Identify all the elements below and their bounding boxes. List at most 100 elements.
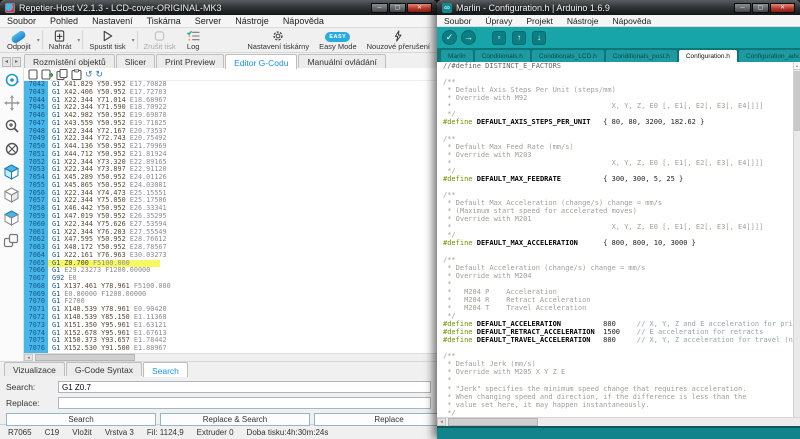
code-segment: DEFAULT_RETRACT_ACCELERATION	[473, 328, 595, 336]
gcode-line[interactable]: 7066G1 E29.23273 F1200.00000	[24, 267, 437, 275]
gcode-line[interactable]: 7076G1 X152.530 Y91.500 E1.88967	[24, 345, 437, 353]
menu-item-úpravy[interactable]: Úpravy	[478, 16, 519, 26]
repetier-titlebar[interactable]: Repetier-Host V2.1.3 - LCD-cover-ORIGINA…	[0, 0, 437, 15]
scroll-thumb[interactable]	[448, 418, 538, 426]
menu-item-nástroje[interactable]: Nástroje	[560, 16, 606, 26]
menu-item-nápověda[interactable]: Nápověda	[276, 16, 331, 26]
load-dropdown-arrow[interactable]: ▾	[77, 37, 80, 44]
menu-item-soubor[interactable]: Soubor	[0, 16, 43, 26]
scroll-thumb[interactable]	[35, 354, 135, 361]
menu-item-nastavení[interactable]: Nastavení	[85, 16, 140, 26]
search-button[interactable]: Search	[6, 413, 156, 426]
arduino-file-tabs: MarlinConditionals.hConditionals_LCD.hCo…	[437, 48, 800, 62]
disconnect-button[interactable]: Odpojit	[2, 28, 36, 52]
iso-view-icon[interactable]	[3, 164, 20, 180]
maximize-button[interactable]: ▢	[752, 3, 769, 13]
menu-item-pohled[interactable]: Pohled	[43, 16, 85, 26]
open-sketch-button[interactable]: ↑	[512, 31, 526, 45]
code-segment: /**	[443, 78, 456, 86]
copy-icon[interactable]	[56, 69, 68, 80]
bottom-tab-g-code-syntax[interactable]: G-Code Syntax	[66, 362, 142, 376]
start-dropdown-arrow[interactable]: ▾	[132, 37, 135, 44]
start-print-button[interactable]: Spustit tisk	[84, 28, 130, 52]
tab-scroller[interactable]: ◂▸	[2, 57, 21, 67]
arduino-hscrollbar[interactable]: ◂	[437, 417, 800, 426]
rotate-view-icon[interactable]	[4, 72, 20, 88]
minimize-button[interactable]: ─	[371, 3, 388, 13]
verify-button[interactable]: ✓	[442, 30, 457, 45]
tab-rozmístění-objektů[interactable]: Rozmístění objektů	[24, 54, 115, 68]
printer-settings-button[interactable]: Nastavení tiskárny	[242, 28, 314, 52]
file-tab-conditionals-post-h[interactable]: Conditionals_post.h	[606, 50, 677, 62]
replace-button[interactable]: Replace	[314, 413, 437, 426]
close-button[interactable]: ✕	[770, 3, 795, 13]
search-input[interactable]	[58, 381, 431, 393]
connect-dropdown-arrow[interactable]: ▾	[37, 37, 40, 44]
scroll-left-icon[interactable]: ◂	[437, 418, 446, 426]
save-sketch-button[interactable]: ↓	[532, 31, 546, 45]
arduino-titlebar[interactable]: ∞ Marlin - Configuration.h | Arduino 1.6…	[437, 0, 800, 15]
menu-item-nápověda[interactable]: Nápověda	[605, 16, 658, 26]
load-button[interactable]: Nahrát	[44, 28, 77, 52]
fit-view-icon[interactable]	[4, 141, 20, 157]
save-gcode-icon[interactable]	[41, 69, 53, 80]
objects-group-icon[interactable]	[3, 233, 20, 249]
upload-button[interactable]: →	[461, 30, 476, 45]
new-gcode-icon[interactable]	[28, 69, 38, 80]
tab-slicer[interactable]: Slicer	[116, 54, 155, 68]
code-line: //#define DISTINCT_E_FACTORS	[443, 62, 800, 70]
replace-search-button[interactable]: Replace & Search	[160, 413, 310, 426]
code-line: * Override with M92	[443, 94, 800, 102]
code-area[interactable]: //#define DISTINCT_E_FACTORS /** * Defau…	[437, 62, 800, 417]
menu-item-server[interactable]: Server	[188, 16, 229, 26]
repetier-toolbar: Odpojit ▾ Nahrát ▾ Spustit tisk ▾ Zrušit…	[0, 28, 437, 53]
tab-print-preview[interactable]: Print Preview	[156, 54, 224, 68]
close-button[interactable]: ✕	[407, 3, 432, 13]
code-segment: // X, Y, Z and E acceleration for printi…	[616, 320, 800, 328]
file-tab-configuration-adv-h[interactable]: Configuration_adv.h	[739, 50, 800, 62]
maximize-button[interactable]: ▢	[389, 3, 406, 13]
menu-item-tiskárna[interactable]: Tiskárna	[140, 16, 188, 26]
tab-scroll-left-icon[interactable]: ◂	[2, 57, 11, 67]
file-tab-conditionals-h[interactable]: Conditionals.h	[475, 50, 530, 62]
tab-manuální-ovládání[interactable]: Manuální ovládání	[298, 54, 385, 68]
menu-item-projekt[interactable]: Projekt	[519, 16, 559, 26]
top-view-icon[interactable]	[3, 210, 20, 226]
tab-scroll-right-icon[interactable]: ▸	[12, 57, 21, 67]
gcode-hscrollbar[interactable]: ◂	[24, 353, 437, 361]
gcode-text: G1 X152.530 Y91.500 E1.88967	[48, 345, 167, 353]
code-line	[443, 127, 800, 135]
undo-icon[interactable]: ↺	[85, 69, 93, 80]
scroll-thumb[interactable]	[794, 71, 800, 131]
arduino-menubar: SouborÚpravyProjektNástrojeNápověda	[437, 15, 800, 27]
front-view-icon[interactable]	[3, 187, 20, 203]
code-line: #define DEFAULT_MAX_ACCELERATION { 800, …	[443, 239, 800, 247]
minimize-button[interactable]: ─	[734, 3, 751, 13]
code-line: * Default Acceleration (change/s) change…	[443, 264, 800, 272]
code-line: * Default Max Feed Rate (mm/s)	[443, 143, 800, 151]
scroll-left-icon[interactable]: ◂	[24, 354, 33, 361]
replace-input[interactable]	[58, 397, 431, 409]
bottom-tab-vizualizace[interactable]: Vizualizace	[4, 362, 65, 376]
zoom-view-icon[interactable]	[4, 118, 20, 134]
move-view-icon[interactable]	[4, 95, 20, 111]
file-tab-conditionals-lcd-h[interactable]: Conditionals_LCD.h	[532, 50, 604, 62]
code-line: /**	[443, 78, 800, 86]
file-tab-configuration-h[interactable]: Configuration.h	[679, 50, 737, 62]
repetier-tab-row: ◂▸ Rozmístění objektůSlicerPrint Preview…	[0, 53, 437, 68]
tab-editor-g-codu[interactable]: Editor G-Codu	[225, 54, 297, 69]
menu-item-nástroje[interactable]: Nástroje	[228, 16, 276, 26]
menu-item-soubor[interactable]: Soubor	[437, 16, 478, 26]
toggle-log-button[interactable]: Log	[181, 28, 206, 52]
new-sketch-button[interactable]: ▫	[492, 31, 506, 45]
file-tab-marlin[interactable]: Marlin	[441, 50, 473, 62]
easy-mode-button[interactable]: EASY Easy Mode	[314, 28, 362, 52]
paste-icon[interactable]	[71, 69, 82, 80]
redo-icon[interactable]: ↻	[96, 69, 104, 80]
emergency-stop-button[interactable]: Nouzové přerušení	[362, 28, 435, 52]
arduino-vscrollbar[interactable]: ▴	[793, 62, 800, 417]
gcode-line[interactable]: 7069G1 E0.80000 F1200.00000	[24, 291, 437, 299]
bottom-tab-search[interactable]: Search	[143, 362, 188, 377]
arduino-status-strip	[437, 426, 800, 439]
scroll-up-icon[interactable]: ▴	[794, 62, 800, 70]
